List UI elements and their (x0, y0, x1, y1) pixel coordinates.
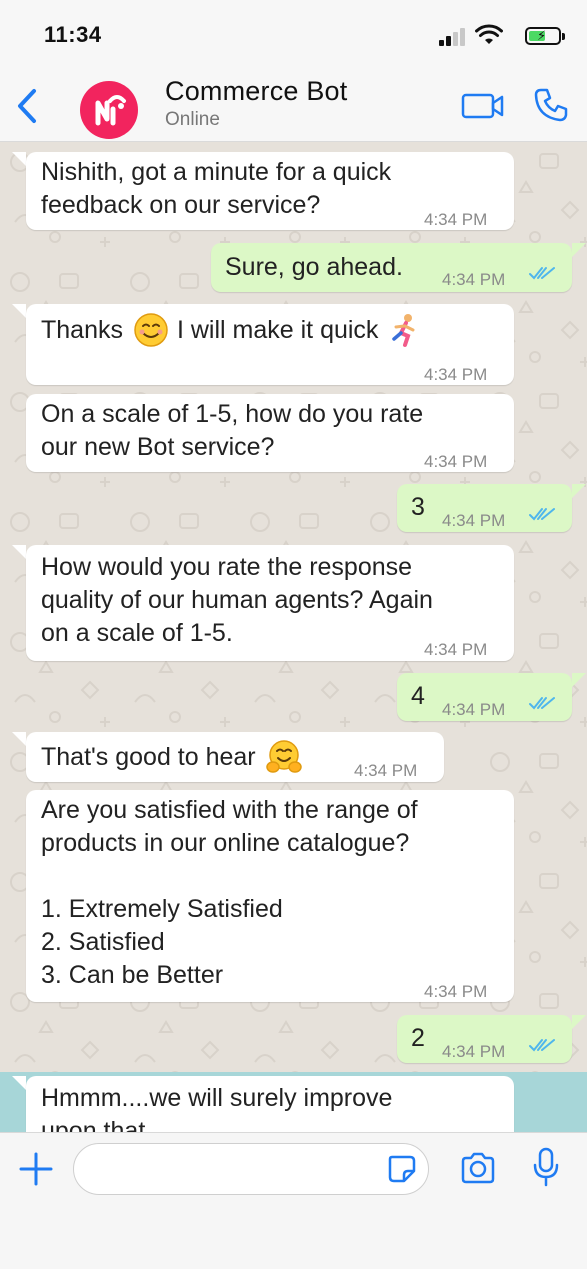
read-ticks-icon (529, 1039, 555, 1052)
bubble-tail (12, 152, 26, 166)
message-time: 4:34 PM (442, 1042, 506, 1061)
message-time: 4:34 PM (442, 700, 506, 719)
video-call-icon[interactable] (460, 90, 506, 122)
message-incoming[interactable]: Hmmm....we will surely improve upon that (26, 1076, 514, 1132)
message-outgoing[interactable]: 2 4:34 PM (397, 1015, 572, 1063)
bubble-tail (12, 304, 26, 318)
message-text: Thanks (41, 315, 123, 344)
message-time: 4:34 PM (424, 365, 488, 384)
camera-icon[interactable] (460, 1152, 496, 1184)
message-incoming[interactable]: That's good to hear 4:34 PM (26, 732, 444, 782)
message-text: On a scale of 1-5, how do you rate our n… (41, 400, 424, 461)
message-text: How would you rate the response quality … (41, 553, 433, 647)
message-time: 4:34 PM (424, 210, 488, 229)
message-incoming[interactable]: Nishith, got a minute for a quick feedba… (26, 152, 514, 230)
message-text: 2 (411, 1024, 425, 1052)
bubble-tail (12, 545, 26, 559)
chat-header: Commerce Bot Online (0, 70, 587, 142)
wifi-icon (475, 24, 503, 44)
read-ticks-icon (529, 267, 555, 280)
status-time: 11:34 (44, 22, 102, 47)
brand-logo-icon (95, 95, 126, 126)
read-ticks-icon (529, 508, 555, 521)
signal-icon (439, 28, 469, 46)
composer-bar (0, 1132, 587, 1269)
microphone-icon[interactable] (532, 1147, 560, 1187)
bubble-tail (572, 243, 586, 257)
message-outgoing[interactable]: Sure, go ahead. 4:34 PM (211, 243, 572, 292)
message-incoming[interactable]: Are you satisfied with the range of prod… (26, 790, 514, 1002)
sticker-icon[interactable] (386, 1153, 418, 1185)
plus-icon[interactable] (18, 1151, 54, 1187)
bubble-tail (12, 732, 26, 746)
message-incoming[interactable]: How would you rate the response quality … (26, 545, 514, 661)
status-icons: ⚡ (431, 24, 565, 48)
message-text: Nishith, got a minute for a quick feedba… (41, 158, 392, 219)
message-incoming[interactable]: Thanks I will make it quick 4:34 PM (26, 304, 514, 385)
message-outgoing[interactable]: 3 4:34 PM (397, 484, 572, 532)
message-text: That's good to hear (41, 742, 256, 771)
battery-icon: ⚡ (525, 27, 565, 45)
bubble-tail (572, 673, 586, 687)
message-time: 4:34 PM (424, 982, 488, 1001)
bubble-tail (572, 484, 586, 498)
phone-call-icon[interactable] (532, 86, 570, 124)
chat-area[interactable]: Nishith, got a minute for a quick feedba… (0, 142, 587, 1132)
message-input[interactable] (73, 1143, 429, 1195)
chat-title: Commerce Bot (165, 76, 348, 106)
message-time: 4:34 PM (424, 452, 488, 471)
runner-emoji-icon (392, 314, 415, 347)
message-time: 4:34 PM (354, 761, 418, 780)
message-time: 4:34 PM (442, 511, 506, 530)
message-time: 4:34 PM (424, 640, 488, 659)
hugging-face-emoji-icon (265, 740, 302, 773)
smiling-face-emoji-icon (134, 313, 168, 347)
message-text: Are you satisfied with the range of prod… (41, 796, 418, 989)
read-ticks-icon (529, 697, 555, 710)
message-time: 4:34 PM (442, 270, 506, 289)
message-outgoing[interactable]: 4 4:34 PM (397, 673, 572, 721)
message-text: 4 (411, 682, 425, 710)
back-arrow-icon[interactable] (12, 86, 42, 126)
message-text: I will make it quick (176, 315, 379, 344)
avatar[interactable] (80, 81, 138, 139)
bubble-tail (12, 1076, 26, 1090)
status-bar: 11:34 ⚡ (0, 0, 587, 70)
message-incoming[interactable]: On a scale of 1-5, how do you rate our n… (26, 394, 514, 472)
bubble-tail (572, 1015, 586, 1029)
message-text: Sure, go ahead. (225, 253, 403, 281)
chat-status: Online (165, 109, 220, 130)
message-text: Hmmm....we will surely improve upon that (41, 1084, 393, 1132)
chat-title-block[interactable]: Commerce Bot Online (165, 76, 347, 131)
message-text: 3 (411, 493, 425, 521)
